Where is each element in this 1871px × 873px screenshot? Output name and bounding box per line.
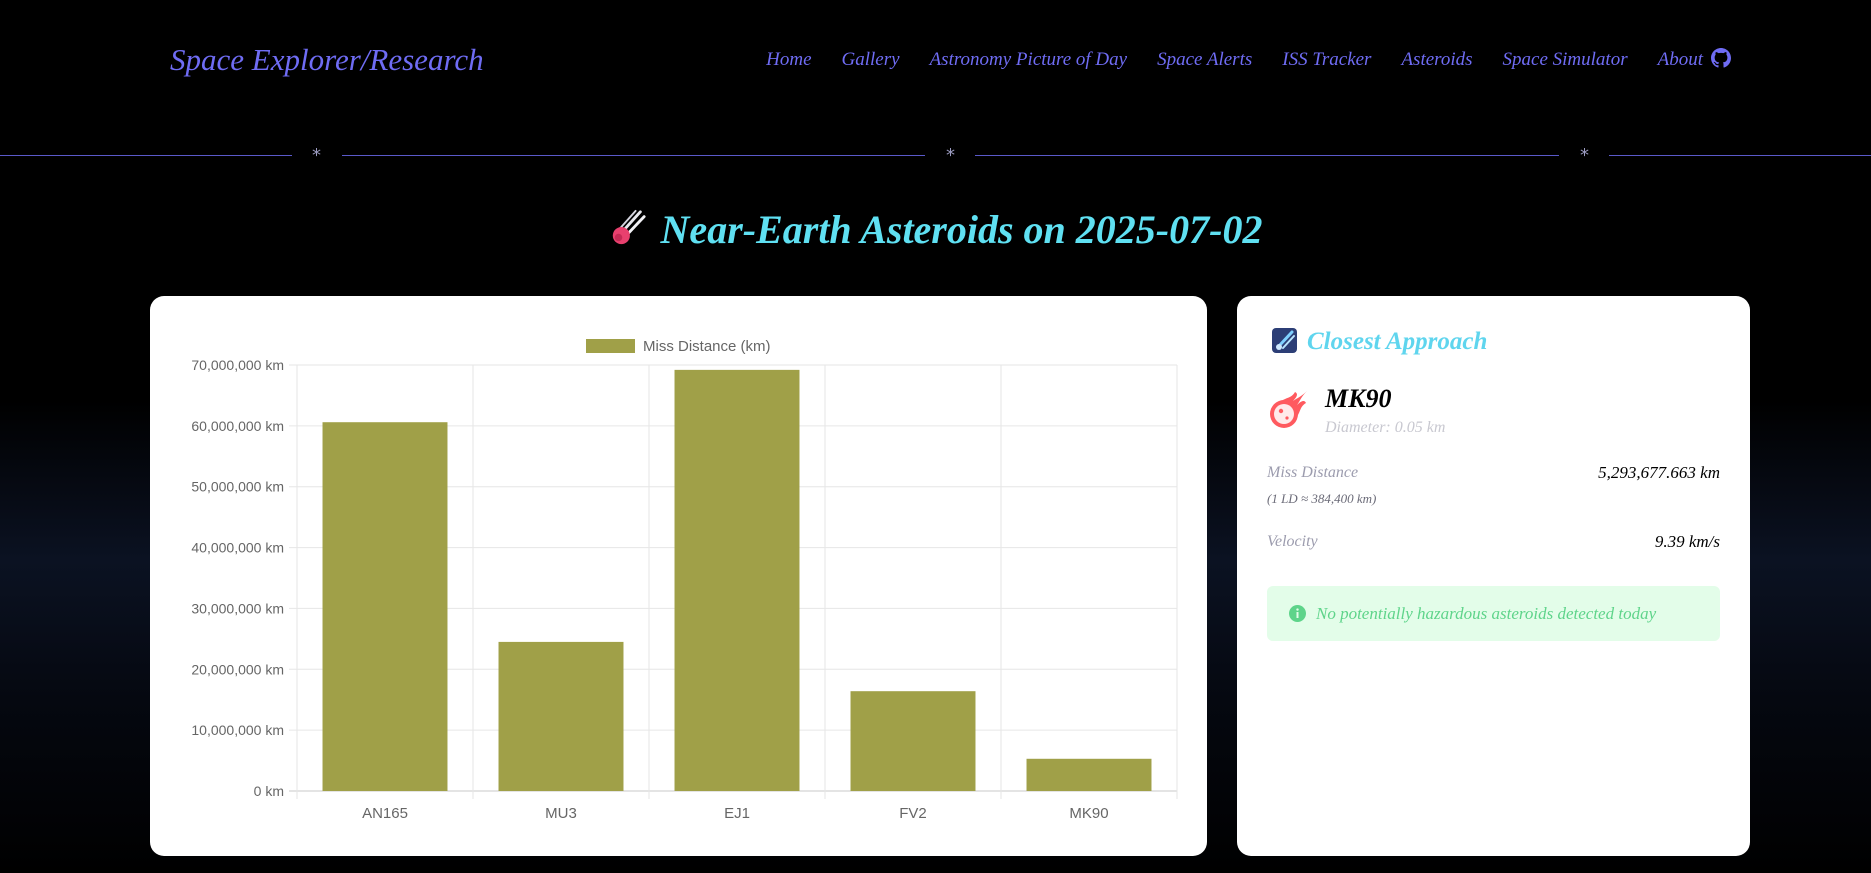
divider-star: * bbox=[1580, 145, 1589, 166]
divider-line bbox=[0, 155, 292, 156]
miss-distance-chart: 0 km 10,000,000 km 20,000,000 km 30,000,000… bbox=[191, 338, 1178, 822]
meteor-badge-icon bbox=[1272, 328, 1297, 353]
github-icon bbox=[1711, 48, 1731, 68]
hazard-alert-text: No potentially hazardous asteroids detec… bbox=[1316, 603, 1657, 623]
x-axis: AN165 MU3 EJ1 FV2 MK90 bbox=[362, 805, 1109, 822]
bar-an165 bbox=[322, 422, 448, 791]
comet-icon bbox=[612, 209, 646, 245]
divider-star: * bbox=[946, 145, 955, 166]
info-icon bbox=[1289, 605, 1306, 622]
nav-iss-tracker[interactable]: ISS Tracker bbox=[1282, 49, 1371, 71]
chart-card: 0 km 10,000,000 km 20,000,000 km 30,000,000… bbox=[150, 296, 1207, 856]
divider-star: * bbox=[312, 145, 321, 166]
y-tick-label: 20,000,000 km bbox=[191, 661, 284, 677]
divider-line bbox=[342, 155, 925, 156]
nav-gallery[interactable]: Gallery bbox=[842, 49, 900, 71]
chart-bars bbox=[322, 369, 1152, 791]
divider-line bbox=[1609, 155, 1871, 156]
nav-apod[interactable]: Astronomy Picture of Day bbox=[930, 49, 1128, 71]
bar-ej1 bbox=[674, 369, 800, 791]
y-tick-label: 10,000,000 km bbox=[191, 722, 284, 738]
bar-fv2 bbox=[850, 691, 976, 791]
y-tick-label: 50,000,000 km bbox=[191, 479, 284, 495]
brand-link[interactable]: Space Explorer/Research bbox=[170, 42, 484, 78]
main-nav: Home Gallery Astronomy Picture of Day Sp… bbox=[766, 48, 1731, 71]
closest-approach-title-text: Closest Approach bbox=[1307, 328, 1488, 355]
velocity-value: 9.39 km/s bbox=[1654, 532, 1720, 551]
legend-item[interactable]: Miss Distance (km) bbox=[586, 338, 771, 355]
x-tick-label: MK90 bbox=[1069, 805, 1108, 822]
hazard-alert: No potentially hazardous asteroids detec… bbox=[1267, 586, 1720, 641]
nav-about-label: About bbox=[1657, 49, 1703, 70]
y-tick-label: 40,000,000 km bbox=[191, 540, 284, 556]
x-tick-label: AN165 bbox=[362, 805, 408, 822]
x-tick-label: MU3 bbox=[545, 805, 577, 822]
lunar-distance-note: (1 LD ≈ 384,400 km) bbox=[1267, 491, 1377, 506]
x-tick-label: FV2 bbox=[899, 805, 927, 822]
bar-mk90 bbox=[1026, 758, 1152, 791]
chart-legend[interactable]: Miss Distance (km) bbox=[586, 338, 771, 355]
nav-about[interactable]: About bbox=[1658, 48, 1731, 71]
nav-home[interactable]: Home bbox=[766, 49, 811, 71]
asteroid-icon bbox=[1270, 391, 1307, 428]
nav-space-alerts[interactable]: Space Alerts bbox=[1157, 49, 1252, 71]
asteroid-name: MK90 bbox=[1325, 384, 1392, 413]
section-divider: * * * bbox=[0, 145, 1871, 166]
x-tick-label: EJ1 bbox=[724, 805, 750, 822]
legend-label: Miss Distance (km) bbox=[643, 338, 771, 355]
y-tick-label: 30,000,000 km bbox=[191, 600, 284, 616]
divider-line bbox=[975, 155, 1559, 156]
bar-mu3 bbox=[498, 641, 624, 791]
miss-distance-label: Miss Distance bbox=[1267, 464, 1359, 481]
miss-distance-value: 5,293,677.663 km bbox=[1598, 463, 1720, 482]
velocity-label: Velocity bbox=[1267, 533, 1318, 550]
nav-asteroids[interactable]: Asteroids bbox=[1401, 49, 1472, 71]
y-tick-label: 0 km bbox=[254, 783, 284, 799]
asteroid-diameter: Diameter: 0.05 km bbox=[1325, 419, 1446, 436]
y-tick-label: 70,000,000 km bbox=[191, 357, 284, 373]
y-tick-label: 60,000,000 km bbox=[191, 418, 284, 434]
closest-approach-card: Closest Approach MK90 Diameter: 0.05 km … bbox=[1237, 296, 1750, 856]
legend-swatch bbox=[586, 339, 635, 353]
y-axis: 0 km 10,000,000 km 20,000,000 km 30,000,000… bbox=[191, 357, 284, 799]
closest-approach-title: Closest Approach bbox=[1272, 328, 1487, 356]
nav-space-simulator[interactable]: Space Simulator bbox=[1503, 49, 1628, 71]
page-title: Near-Earth Asteroids on 2025-07-02 bbox=[0, 206, 1871, 253]
site-header: Space Explorer/Research Home Gallery Ast… bbox=[0, 0, 1871, 125]
page-title-text: Near-Earth Asteroids on 2025-07-02 bbox=[660, 207, 1263, 252]
